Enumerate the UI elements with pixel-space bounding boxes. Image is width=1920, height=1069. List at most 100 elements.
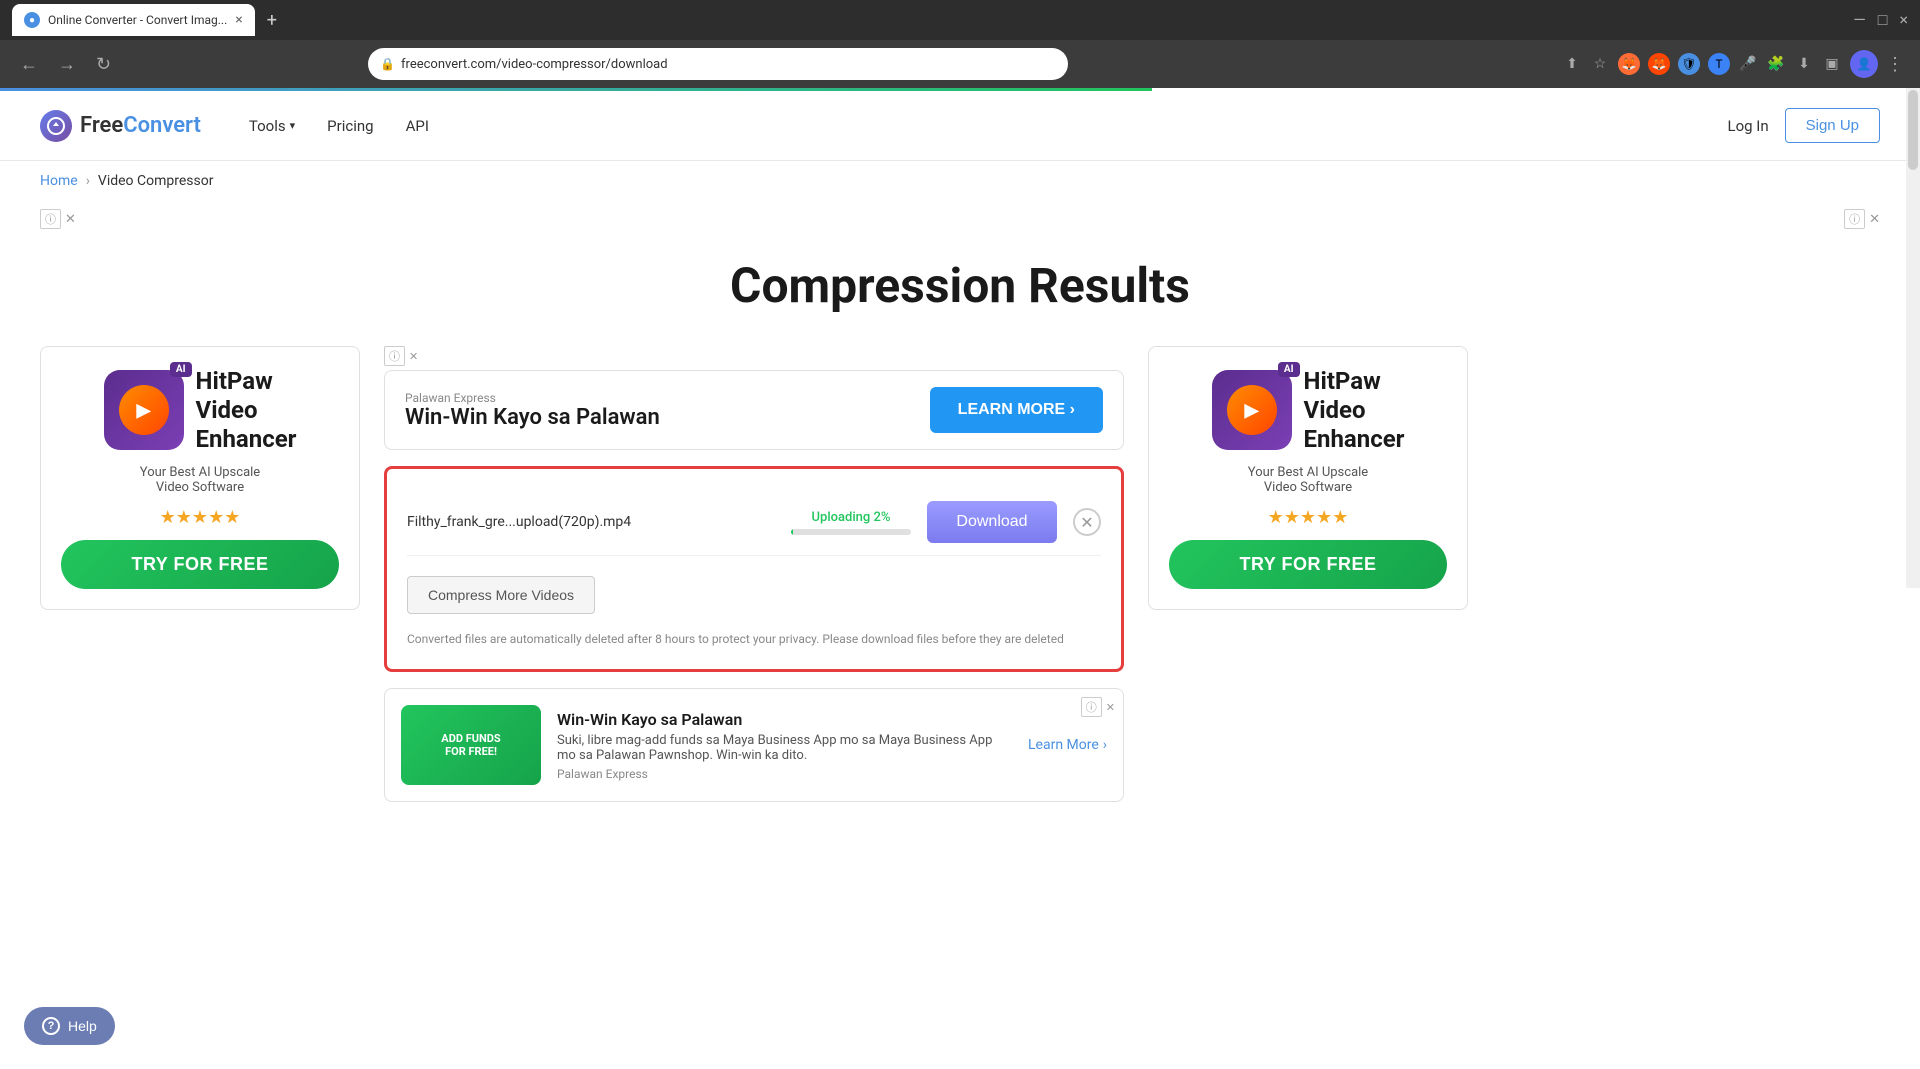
- tab-favicon: ●: [24, 12, 40, 28]
- browser-chrome: ● Online Converter - Convert Imag... × +…: [0, 0, 1920, 40]
- scrollbar-thumb[interactable]: [1908, 90, 1918, 170]
- hitpaw-icon: ▶ AI: [104, 370, 184, 450]
- help-icon: ?: [42, 1017, 60, 1035]
- palawan-top-ad: ⓘ ✕ Palawan Express Win-Win Kayo sa Pala…: [384, 346, 1124, 450]
- bottom-ad-title: Win-Win Kayo sa Palawan: [557, 710, 1012, 729]
- forward-button[interactable]: →: [54, 50, 80, 79]
- bottom-ad-source: Palawan Express: [557, 767, 1012, 781]
- upload-percent: Uploading 2%: [812, 510, 891, 525]
- lock-icon: 🔒: [380, 57, 395, 71]
- left-try-free-button[interactable]: TRY FOR FREE: [61, 540, 339, 589]
- address-bar[interactable]: 🔒 freeconvert.com/video-compressor/downl…: [368, 48, 1068, 80]
- bottom-ad-learn-more[interactable]: Learn More ›: [1028, 737, 1107, 753]
- left-hitpaw-ad[interactable]: ▶ AI HitPawVideoEnhancer Your Best AI Up…: [40, 346, 360, 610]
- close-icon-right[interactable]: ✕: [1869, 212, 1880, 227]
- hitpaw-logo-area-right: ▶ AI HitPawVideoEnhancer: [1212, 367, 1405, 453]
- center-content: ⓘ ✕ Palawan Express Win-Win Kayo sa Pala…: [384, 346, 1124, 802]
- compress-more-button[interactable]: Compress More Videos: [407, 576, 595, 614]
- palawan-ad-source: Palawan Express: [405, 391, 914, 405]
- nav-pricing[interactable]: Pricing: [327, 117, 373, 135]
- breadcrumb: Home › Video Compressor: [0, 161, 1920, 201]
- download-icon[interactable]: ⬇: [1794, 54, 1814, 74]
- hitpaw-icon-right: ▶ AI: [1212, 370, 1292, 450]
- signup-button[interactable]: Sign Up: [1785, 108, 1880, 143]
- hitpaw-flame-icon: ▶: [119, 385, 169, 435]
- hitpaw-desc-right: Your Best AI UpscaleVideo Software: [1248, 465, 1368, 495]
- bottom-ad-info: ⓘ: [1081, 697, 1102, 717]
- right-ad-close[interactable]: ⓘ ✕: [1844, 209, 1880, 229]
- hitpaw-stars: ★★★★★: [160, 507, 241, 528]
- palawan-ad-text: Palawan Express Win-Win Kayo sa Palawan: [405, 391, 914, 430]
- bookmark-icon[interactable]: ☆: [1590, 54, 1610, 74]
- scrollbar[interactable]: [1906, 88, 1920, 588]
- nav-auth: Log In Sign Up: [1727, 108, 1880, 143]
- refresh-button[interactable]: ↻: [92, 50, 115, 79]
- extension-2-icon[interactable]: 🦊: [1648, 53, 1670, 75]
- sidebar-icon[interactable]: ▣: [1822, 54, 1842, 74]
- results-box: Filthy_frank_gre...upload(720p).mp4 Uplo…: [384, 466, 1124, 672]
- window-close-button[interactable]: ×: [1899, 10, 1908, 30]
- breadcrumb-current: Video Compressor: [98, 173, 214, 189]
- close-icon[interactable]: ✕: [65, 212, 76, 227]
- privacy-note: Converted files are automatically delete…: [407, 630, 1101, 649]
- hitpaw-logo-area: ▶ AI HitPawVideoEnhancer: [104, 367, 297, 453]
- right-try-free-button[interactable]: TRY FOR FREE: [1169, 540, 1447, 589]
- browser-actions: ⬆ ☆ 🦊 🦊 🛡 T 🎤 🧩 ⬇ ▣ 👤 ⋮: [1562, 50, 1904, 78]
- help-button[interactable]: ? Help: [24, 1007, 115, 1045]
- minimize-button[interactable]: —: [1853, 10, 1866, 30]
- share-icon[interactable]: ⬆: [1562, 54, 1582, 74]
- hitpaw-stars-right: ★★★★★: [1268, 507, 1349, 528]
- login-button[interactable]: Log In: [1727, 117, 1768, 135]
- chevron-down-icon: ▾: [290, 119, 296, 132]
- download-button[interactable]: Download: [927, 501, 1057, 543]
- file-remove-button[interactable]: ✕: [1073, 508, 1101, 536]
- logo-text: FreeConvert: [80, 113, 201, 138]
- new-tab-button[interactable]: +: [267, 10, 277, 31]
- palawan-learn-more-button[interactable]: LEARN MORE ›: [930, 387, 1103, 433]
- hitpaw-brand-right: HitPawVideoEnhancer: [1304, 367, 1405, 453]
- ai-badge-right: AI: [1278, 362, 1300, 377]
- bottom-ad-close-icon[interactable]: ✕: [1106, 701, 1115, 714]
- ad-info-icon-right: ⓘ: [1844, 209, 1865, 229]
- bottom-ad-image: ADD FUNDSFOR FREE!: [401, 705, 541, 785]
- breadcrumb-separator: ›: [86, 173, 90, 189]
- compress-more-area: Compress More Videos: [407, 568, 1101, 630]
- bottom-ad: ⓘ ✕ ADD FUNDSFOR FREE! Win-Win Kayo sa P…: [384, 688, 1124, 802]
- extension-1-icon[interactable]: 🦊: [1618, 53, 1640, 75]
- navbar: FreeConvert Tools ▾ Pricing API Log In S…: [0, 91, 1920, 161]
- menu-button[interactable]: ⋮: [1886, 54, 1904, 75]
- logo-icon: [40, 110, 72, 142]
- address-bar-row: ← → ↻ 🔒 freeconvert.com/video-compressor…: [0, 40, 1920, 88]
- palawan-close-icon[interactable]: ✕: [409, 350, 418, 363]
- tab-close-button[interactable]: ×: [235, 12, 242, 28]
- bottom-ad-text: Win-Win Kayo sa Palawan Suki, libre mag-…: [557, 710, 1012, 781]
- progress-bar-fill: [791, 529, 793, 535]
- logo[interactable]: FreeConvert: [40, 110, 201, 142]
- nav-links: Tools ▾ Pricing API: [249, 117, 429, 135]
- breadcrumb-home[interactable]: Home: [40, 173, 78, 189]
- maximize-button[interactable]: □: [1878, 10, 1888, 30]
- ad-info-row: ⓘ ✕ ⓘ ✕: [40, 201, 1880, 237]
- bottom-ad-desc: Suki, libre mag-add funds sa Maya Busine…: [557, 733, 1012, 763]
- hitpaw-desc: Your Best AI UpscaleVideo Software: [140, 465, 260, 495]
- hitpaw-brand: HitPawVideoEnhancer: [196, 367, 297, 453]
- extension-3-icon[interactable]: 🛡: [1678, 53, 1700, 75]
- browser-tab[interactable]: ● Online Converter - Convert Imag... ×: [12, 4, 255, 36]
- palawan-ad-card: Palawan Express Win-Win Kayo sa Palawan …: [384, 370, 1124, 450]
- content-layout: ▶ AI HitPawVideoEnhancer Your Best AI Up…: [40, 346, 1880, 802]
- puzzle-icon[interactable]: 🧩: [1766, 54, 1786, 74]
- palawan-ad-close[interactable]: ⓘ ✕: [384, 346, 1124, 366]
- right-hitpaw-ad[interactable]: ▶ AI HitPawVideoEnhancer Your Best AI Up…: [1148, 346, 1468, 610]
- url-text: freeconvert.com/video-compressor/downloa…: [401, 57, 668, 72]
- left-ad-panel: ▶ AI HitPawVideoEnhancer Your Best AI Up…: [40, 346, 360, 610]
- left-ad-close[interactable]: ⓘ ✕: [40, 209, 76, 229]
- back-button[interactable]: ←: [16, 50, 42, 79]
- nav-tools[interactable]: Tools ▾: [249, 117, 295, 135]
- hitpaw-flame-icon-right: ▶: [1227, 385, 1277, 435]
- avatar-icon[interactable]: 👤: [1850, 50, 1878, 78]
- chevron-right-icon: ›: [1103, 737, 1107, 753]
- bottom-ad-close[interactable]: ⓘ ✕: [1081, 697, 1115, 717]
- extension-4-icon[interactable]: T: [1708, 53, 1730, 75]
- mic-icon[interactable]: 🎤: [1738, 54, 1758, 74]
- nav-api[interactable]: API: [406, 117, 429, 135]
